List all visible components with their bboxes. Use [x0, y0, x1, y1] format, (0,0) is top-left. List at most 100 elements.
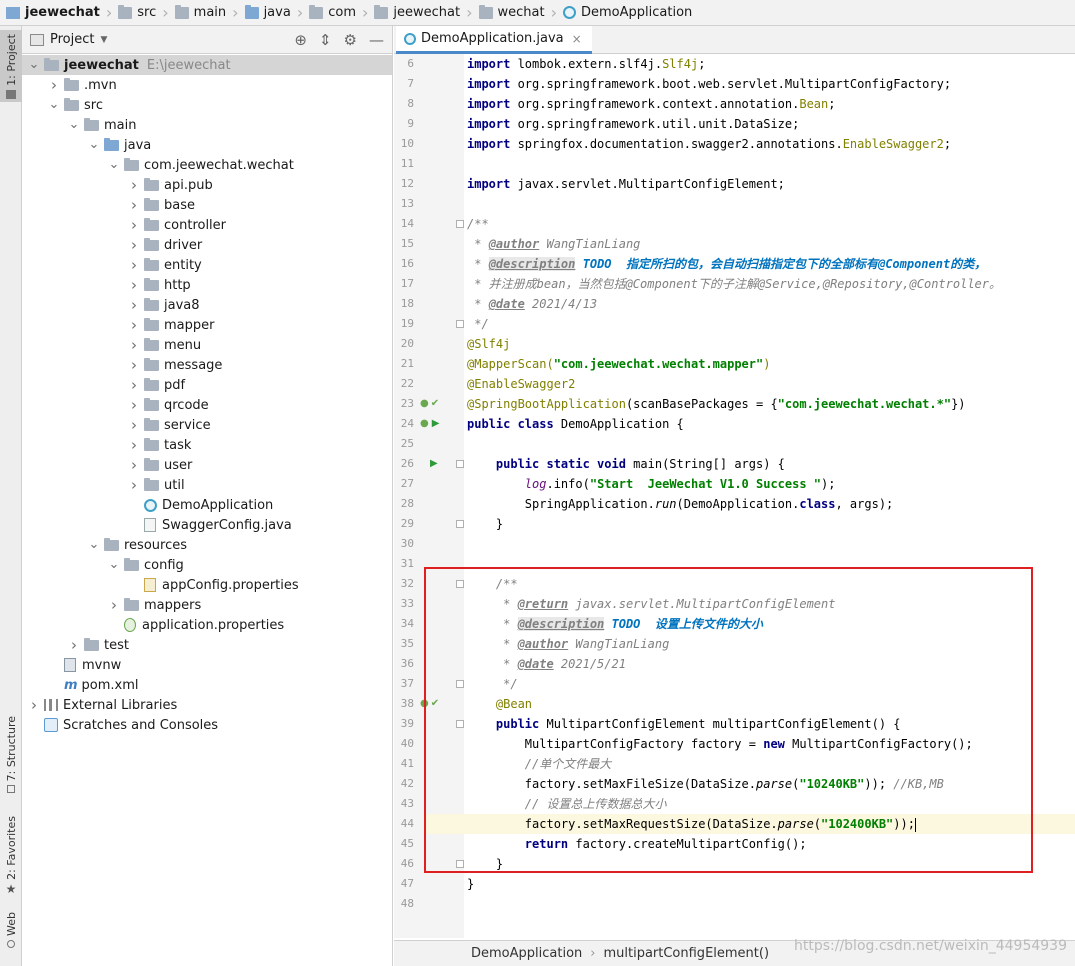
code-line[interactable]: import springfox.documentation.swagger2.… [467, 134, 951, 154]
code-line[interactable]: import javax.servlet.MultipartConfigElem… [467, 174, 785, 194]
tree-item-java[interactable]: ⌄ java [22, 135, 151, 155]
collapse-all-icon[interactable]: ⇕ [319, 31, 332, 49]
tree-item-qrcode[interactable]: › qrcode [22, 395, 209, 415]
breadcrumb-item-main[interactable]: main [174, 0, 226, 26]
code-line[interactable]: @SpringBootApplication(scanBasePackages … [467, 394, 966, 414]
code-line[interactable]: * @author WangTianLiang [467, 234, 640, 254]
chevron-down-icon[interactable]: ⌄ [108, 158, 120, 171]
chevron-down-icon[interactable]: ▼ [100, 35, 107, 45]
tree-item-demoapplication[interactable]: DemoApplication [22, 495, 273, 515]
chevron-right-icon[interactable]: › [128, 256, 140, 274]
tree-item-mappers[interactable]: › mappers [22, 595, 201, 615]
chevron-right-icon[interactable]: › [128, 196, 140, 214]
tree-item-pom-xml[interactable]: m pom.xml [22, 675, 139, 695]
project-view-selector[interactable]: Project [50, 32, 94, 47]
code-line[interactable]: @EnableSwagger2 [467, 374, 575, 394]
tree-item-util[interactable]: › util [22, 475, 185, 495]
chevron-right-icon[interactable]: › [128, 376, 140, 394]
tree-item-java8[interactable]: › java8 [22, 295, 200, 315]
tree-item-com-jeewechat-wechat[interactable]: ⌄ com.jeewechat.wechat [22, 155, 294, 175]
breadcrumb-item-java[interactable]: java [244, 0, 291, 26]
status-crumb-method[interactable]: multipartConfigElement() [603, 946, 769, 961]
breadcrumb-item-com[interactable]: com [309, 0, 356, 26]
run-icon[interactable]: ▶ [430, 458, 438, 469]
spring-bean-icon[interactable]: ● ✔ [420, 398, 439, 409]
tab-demoapplication[interactable]: DemoApplication.java × [396, 26, 592, 54]
code-line[interactable]: SpringApplication.run(DemoApplication.cl… [467, 494, 893, 514]
chevron-down-icon[interactable]: ⌄ [88, 538, 100, 551]
code-line[interactable]: } [467, 514, 503, 534]
code-line[interactable]: @Slf4j [467, 334, 510, 354]
tree-item--mvn[interactable]: › .mvn [22, 75, 117, 95]
locate-icon[interactable]: ⊕ [294, 31, 307, 49]
chevron-right-icon[interactable]: › [128, 456, 140, 474]
tree-item-pdf[interactable]: › pdf [22, 375, 185, 395]
chevron-right-icon[interactable]: › [128, 216, 140, 234]
code-line[interactable]: * @date 2021/4/13 [467, 294, 597, 314]
chevron-right-icon[interactable]: › [128, 416, 140, 434]
code-line[interactable]: import org.springframework.context.annot… [467, 94, 835, 114]
fold-marker-icon[interactable] [456, 320, 464, 328]
close-icon[interactable]: × [572, 32, 582, 46]
tree-item-user[interactable]: › user [22, 455, 192, 475]
chevron-right-icon[interactable]: › [28, 696, 40, 714]
minimize-icon[interactable]: — [369, 31, 384, 49]
tree-item-menu[interactable]: › menu [22, 335, 201, 355]
chevron-right-icon[interactable]: › [128, 276, 140, 294]
code-line[interactable]: public class DemoApplication { [467, 414, 684, 434]
structure-tool-button[interactable]: 7: Structure [0, 716, 22, 796]
code-line[interactable]: /** [467, 214, 489, 234]
tree-item-external-libraries[interactable]: › External Libraries [22, 695, 177, 715]
chevron-right-icon[interactable]: › [128, 176, 140, 194]
breadcrumb-item-src[interactable]: src [118, 0, 156, 26]
chevron-down-icon[interactable]: ⌄ [88, 138, 100, 151]
breadcrumb-item-jeewechat[interactable]: jeewechat [374, 0, 460, 26]
tree-item-base[interactable]: › base [22, 195, 195, 215]
chevron-right-icon[interactable]: › [128, 476, 140, 494]
chevron-down-icon[interactable]: ⌄ [68, 118, 80, 131]
chevron-down-icon[interactable]: ⌄ [108, 558, 120, 571]
chevron-right-icon[interactable]: › [68, 636, 80, 654]
tree-item-appconfig-properties[interactable]: appConfig.properties [22, 575, 299, 595]
tree-item-http[interactable]: › http [22, 275, 191, 295]
breadcrumb-item-wechat[interactable]: wechat [478, 0, 545, 26]
fold-marker-icon[interactable] [456, 220, 464, 228]
chevron-down-icon[interactable]: ⌄ [48, 98, 60, 111]
tree-item-jeewechat[interactable]: ⌄ jeewechat E:\jeewechat [22, 55, 392, 75]
tree-item-entity[interactable]: › entity [22, 255, 202, 275]
chevron-right-icon[interactable]: › [128, 236, 140, 254]
tree-item-resources[interactable]: ⌄ resources [22, 535, 187, 555]
tree-item-controller[interactable]: › controller [22, 215, 226, 235]
chevron-right-icon[interactable]: › [48, 76, 60, 94]
project-tool-button[interactable]: 1: Project [0, 30, 22, 102]
favorites-tool-button[interactable]: 2: Favorites ★ [0, 816, 22, 896]
web-tool-button[interactable]: Web [0, 912, 22, 962]
tree-item-swaggerconfig-java[interactable]: SwaggerConfig.java [22, 515, 292, 535]
chevron-down-icon[interactable]: ⌄ [28, 58, 40, 71]
code-line[interactable]: import org.springframework.util.unit.Dat… [467, 114, 799, 134]
tree-item-driver[interactable]: › driver [22, 235, 202, 255]
tree-item-src[interactable]: ⌄ src [22, 95, 103, 115]
status-crumb-class[interactable]: DemoApplication [471, 946, 582, 961]
tree-item-mapper[interactable]: › mapper [22, 315, 214, 335]
code-line[interactable]: } [467, 874, 474, 894]
code-line[interactable]: @MapperScan("com.jeewechat.wechat.mapper… [467, 354, 770, 374]
tree-item-config[interactable]: ⌄ config [22, 555, 184, 575]
tree-item-test[interactable]: › test [22, 635, 129, 655]
run-icon[interactable]: ● ▶ [420, 418, 439, 429]
tree-item-application-properties[interactable]: application.properties [22, 615, 284, 635]
code-line[interactable]: */ [467, 314, 488, 334]
code-line[interactable]: public static void main(String[] args) { [467, 454, 785, 474]
chevron-right-icon[interactable]: › [128, 296, 140, 314]
tree-item-task[interactable]: › task [22, 435, 191, 455]
fold-marker-icon[interactable] [456, 520, 464, 528]
code-line[interactable]: * 并注册成bean，当然包括@Component下的子注解@Service,@… [467, 274, 1001, 294]
fold-marker-icon[interactable] [456, 460, 464, 468]
chevron-right-icon[interactable]: › [108, 596, 120, 614]
breadcrumb-item-class[interactable]: DemoApplication [563, 0, 692, 26]
tree-item-mvnw[interactable]: mvnw [22, 655, 121, 675]
code-line[interactable]: * @description TODO 指定所扫的包，会自动扫描指定包下的全部标… [467, 254, 986, 274]
chevron-right-icon[interactable]: › [128, 316, 140, 334]
chevron-right-icon[interactable]: › [128, 356, 140, 374]
tree-item-service[interactable]: › service [22, 415, 211, 435]
